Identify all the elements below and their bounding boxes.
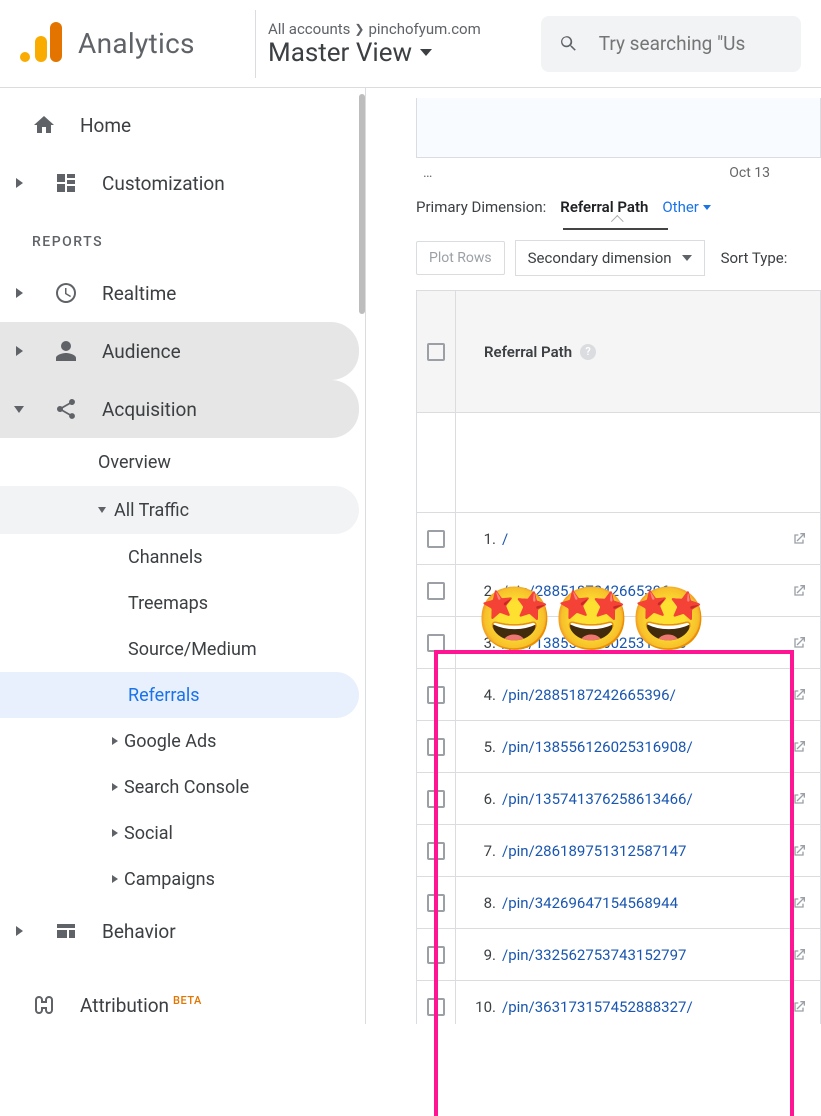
- primary-dimension-label: Primary Dimension:: [416, 198, 546, 216]
- nav-referrals[interactable]: Referrals: [0, 672, 359, 718]
- nav-attribution-label: AttributionBETA: [80, 994, 202, 1017]
- caret-down-icon: [98, 507, 106, 513]
- nav-google-ads[interactable]: Google Ads: [0, 718, 359, 764]
- caret-right-icon: [8, 346, 30, 356]
- row-checkbox[interactable]: [417, 530, 455, 548]
- primary-dimension-value[interactable]: Referral Path: [560, 198, 648, 216]
- table-header: Referral Path ?: [417, 291, 820, 413]
- row-number: 1.: [456, 530, 502, 548]
- chart-area[interactable]: … Oct 13: [416, 98, 821, 158]
- nav-realtime[interactable]: Realtime: [0, 264, 359, 322]
- chevron-right-icon: ❯: [354, 22, 364, 36]
- search-box[interactable]: [541, 16, 801, 72]
- totals-row: [417, 413, 820, 513]
- view-name: Master View: [268, 38, 412, 68]
- nav-overview[interactable]: Overview: [0, 438, 359, 486]
- help-icon[interactable]: ?: [580, 344, 596, 360]
- caret-right-icon: [8, 926, 30, 936]
- breadcrumb-all: All accounts: [268, 20, 350, 38]
- nav-attribution[interactable]: AttributionBETA: [0, 976, 359, 1034]
- logo-block: Analytics: [20, 22, 255, 66]
- nav-customization-label: Customization: [102, 172, 225, 195]
- behavior-icon: [54, 919, 78, 943]
- nav-search-console-label: Search Console: [124, 777, 249, 798]
- scrollbar[interactable]: [359, 94, 365, 314]
- highlight-annotation: [434, 650, 794, 1116]
- caret-down-icon: [682, 255, 692, 261]
- th-label: Referral Path: [484, 343, 572, 361]
- caret-right-icon: [112, 875, 118, 883]
- share-icon: [54, 397, 78, 421]
- app-title: Analytics: [78, 27, 195, 60]
- nav-acquisition[interactable]: Acquisition: [0, 380, 359, 438]
- person-icon: [54, 339, 78, 363]
- nav-source-medium[interactable]: Source/Medium: [0, 626, 359, 672]
- nav-campaigns[interactable]: Campaigns: [0, 856, 359, 902]
- view-dropdown[interactable]: Master View: [268, 38, 481, 68]
- reports-header: REPORTS: [0, 212, 365, 264]
- nav-behavior-label: Behavior: [102, 920, 176, 943]
- nav-realtime-label: Realtime: [102, 282, 176, 305]
- sort-type-label: Sort Type:: [721, 249, 788, 267]
- nav-audience[interactable]: Audience: [0, 322, 359, 380]
- caret-right-icon: [112, 829, 118, 837]
- caret-down-icon: [703, 205, 711, 210]
- caret-right-icon: [112, 737, 118, 745]
- chart-x-date: Oct 13: [729, 165, 770, 181]
- plot-rows-button[interactable]: Plot Rows: [416, 241, 505, 275]
- row-checkbox[interactable]: [417, 634, 455, 652]
- other-dropdown[interactable]: Other: [662, 198, 711, 216]
- active-tab-indicator: [563, 224, 668, 230]
- analytics-logo-icon: [20, 22, 64, 66]
- select-all[interactable]: [417, 343, 455, 361]
- toolbar: Plot Rows Secondary dimension Sort Type:: [416, 240, 821, 276]
- nav-social-label: Social: [124, 823, 173, 844]
- open-link-icon[interactable]: [778, 531, 820, 547]
- nav-google-ads-label: Google Ads: [124, 731, 216, 752]
- search-input[interactable]: [599, 32, 783, 55]
- caret-down-icon: [8, 406, 30, 413]
- open-link-icon[interactable]: [778, 635, 820, 651]
- nav-campaigns-label: Campaigns: [124, 869, 215, 890]
- row-checkbox[interactable]: [417, 582, 455, 600]
- clock-icon: [54, 281, 78, 305]
- nav-behavior[interactable]: Behavior: [0, 902, 359, 960]
- other-label: Other: [662, 198, 699, 216]
- caret-right-icon: [112, 783, 118, 791]
- header: Analytics All accounts ❯ pinchofyum.com …: [0, 0, 821, 88]
- nav-audience-label: Audience: [102, 340, 181, 363]
- chart-x-start: …: [423, 165, 432, 181]
- nav-home[interactable]: Home: [0, 96, 359, 154]
- caret-right-icon: [8, 178, 30, 188]
- nav-treemaps[interactable]: Treemaps: [0, 580, 359, 626]
- caret-down-icon: [420, 49, 432, 56]
- nav-acquisition-label: Acquisition: [102, 398, 197, 421]
- secondary-dimension-label: Secondary dimension: [528, 249, 672, 267]
- attribution-icon: [32, 993, 56, 1017]
- star-struck-emojis: 🤩🤩🤩: [476, 583, 708, 656]
- breadcrumb: All accounts ❯ pinchofyum.com: [268, 20, 481, 38]
- primary-dimension-row: Primary Dimension: Referral Path Other: [416, 198, 821, 216]
- nav-all-traffic[interactable]: All Traffic: [0, 486, 359, 534]
- breadcrumb-account: pinchofyum.com: [368, 20, 480, 38]
- nav-channels[interactable]: Channels: [0, 534, 359, 580]
- th-referral-path[interactable]: Referral Path ?: [456, 343, 820, 361]
- referral-path-link[interactable]: /: [502, 530, 778, 548]
- nav-home-label: Home: [80, 114, 131, 137]
- table-row: 1. /: [417, 513, 820, 565]
- sidebar: Home Customization REPORTS Realtime Audi…: [0, 88, 365, 1024]
- nav-social[interactable]: Social: [0, 810, 359, 856]
- nav-customization[interactable]: Customization: [0, 154, 359, 212]
- dashboard-icon: [54, 171, 78, 195]
- secondary-dimension-dropdown[interactable]: Secondary dimension: [515, 240, 705, 276]
- nav-search-console[interactable]: Search Console: [0, 764, 359, 810]
- search-icon: [559, 32, 579, 56]
- open-link-icon[interactable]: [778, 583, 820, 599]
- caret-right-icon: [8, 288, 30, 298]
- home-icon: [32, 113, 56, 137]
- account-selector[interactable]: All accounts ❯ pinchofyum.com Master Vie…: [255, 10, 481, 78]
- nav-all-traffic-label: All Traffic: [114, 500, 189, 521]
